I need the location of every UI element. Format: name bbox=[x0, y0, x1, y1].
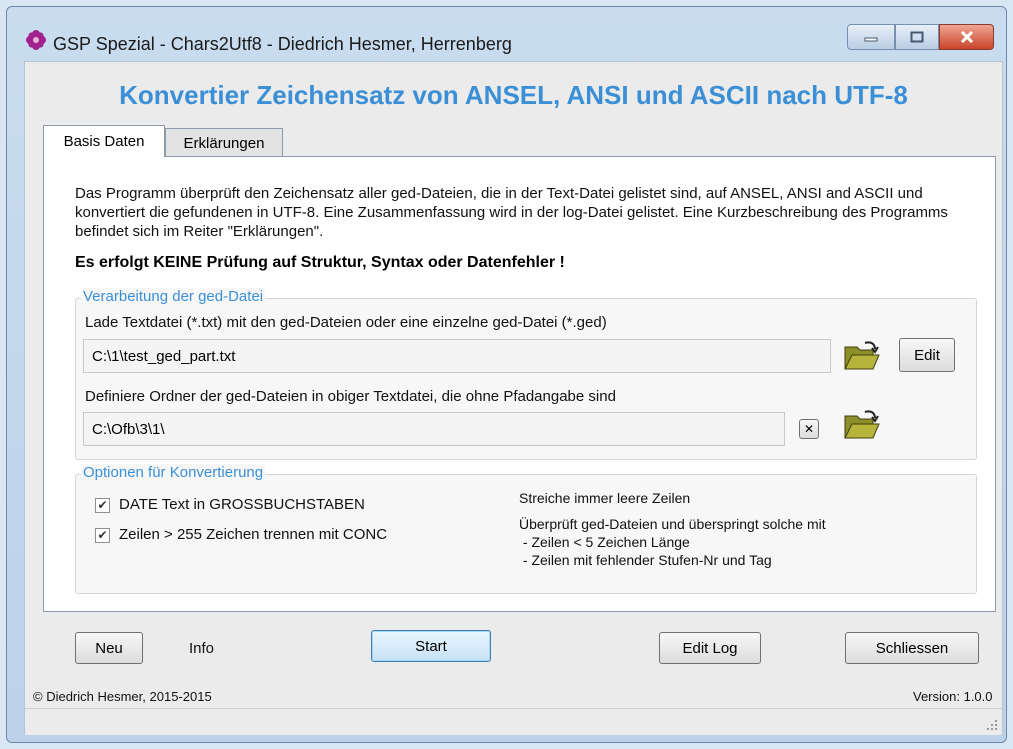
options-group-title: Optionen für Konvertierung bbox=[81, 464, 266, 481]
date-uppercase-label: DATE Text in GROSSBUCHSTABEN bbox=[119, 496, 365, 513]
close-window-button[interactable] bbox=[939, 24, 994, 50]
maximize-button[interactable] bbox=[895, 24, 939, 50]
status-bar bbox=[25, 708, 1002, 735]
split-lines-label: Zeilen > 255 Zeichen trennen mit CONC bbox=[119, 526, 388, 543]
date-uppercase-checkbox[interactable]: ✔ bbox=[95, 498, 110, 513]
load-file-label: Lade Textdatei (*.txt) mit den ged-Datei… bbox=[85, 314, 607, 331]
app-flower-icon bbox=[26, 30, 46, 50]
options-info-line-1: Streiche immer leere Zeilen bbox=[519, 490, 691, 506]
program-description: Das Programm überprüft den Zeichensatz a… bbox=[75, 185, 948, 240]
minimize-icon bbox=[864, 37, 878, 42]
options-info-line-2: Überprüft ged-Dateien und überspringt so… bbox=[519, 516, 826, 532]
folder-label: Definiere Ordner der ged-Dateien in obig… bbox=[85, 388, 616, 405]
edit-button[interactable]: Edit bbox=[899, 338, 955, 372]
title-bar[interactable]: GSP Spezial - Chars2Utf8 - Diedrich Hesm… bbox=[7, 7, 1006, 67]
folder-input[interactable]: C:\Ofb\3\1\ bbox=[83, 412, 785, 446]
open-folder-icon[interactable] bbox=[843, 408, 881, 442]
resize-grip-icon[interactable] bbox=[986, 719, 998, 731]
new-button[interactable]: Neu bbox=[75, 632, 143, 664]
warning-text: Es erfolgt KEINE Prüfung auf Struktur, S… bbox=[75, 254, 565, 271]
maximize-icon bbox=[910, 31, 924, 43]
close-button[interactable]: Schliessen bbox=[845, 632, 979, 664]
split-lines-checkbox[interactable]: ✔ bbox=[95, 528, 110, 543]
app-window: GSP Spezial - Chars2Utf8 - Diedrich Hesm… bbox=[6, 6, 1007, 743]
copyright-text: © Diedrich Hesmer, 2015-2015 bbox=[33, 689, 212, 704]
processing-group-title: Verarbeitung der ged-Datei bbox=[81, 288, 266, 305]
clear-folder-button[interactable]: ✕ bbox=[799, 419, 819, 439]
close-icon bbox=[960, 31, 973, 43]
tab-basis-daten[interactable]: Basis Daten bbox=[43, 125, 165, 157]
minimize-button[interactable] bbox=[847, 24, 895, 50]
info-text[interactable]: Info bbox=[189, 640, 214, 657]
clear-icon: ✕ bbox=[803, 422, 815, 436]
client-area: Konvertier Zeichensatz von ANSEL, ANSI u… bbox=[24, 61, 1003, 735]
options-info-line-4: - Zeilen mit fehlender Stufen-Nr und Tag bbox=[519, 552, 772, 568]
start-button[interactable]: Start bbox=[371, 630, 491, 662]
open-folder-icon[interactable] bbox=[843, 339, 881, 373]
edit-log-button[interactable]: Edit Log bbox=[659, 632, 761, 664]
tab-erklaerungen[interactable]: Erklärungen bbox=[165, 128, 283, 158]
load-file-input[interactable]: C:\1\test_ged_part.txt bbox=[83, 339, 831, 373]
window-title: GSP Spezial - Chars2Utf8 - Diedrich Hesm… bbox=[53, 34, 512, 54]
options-info-line-3: - Zeilen < 5 Zeichen Länge bbox=[519, 534, 690, 550]
page-title: Konvertier Zeichensatz von ANSEL, ANSI u… bbox=[119, 80, 908, 110]
version-text: Version: 1.0.0 bbox=[913, 689, 993, 704]
